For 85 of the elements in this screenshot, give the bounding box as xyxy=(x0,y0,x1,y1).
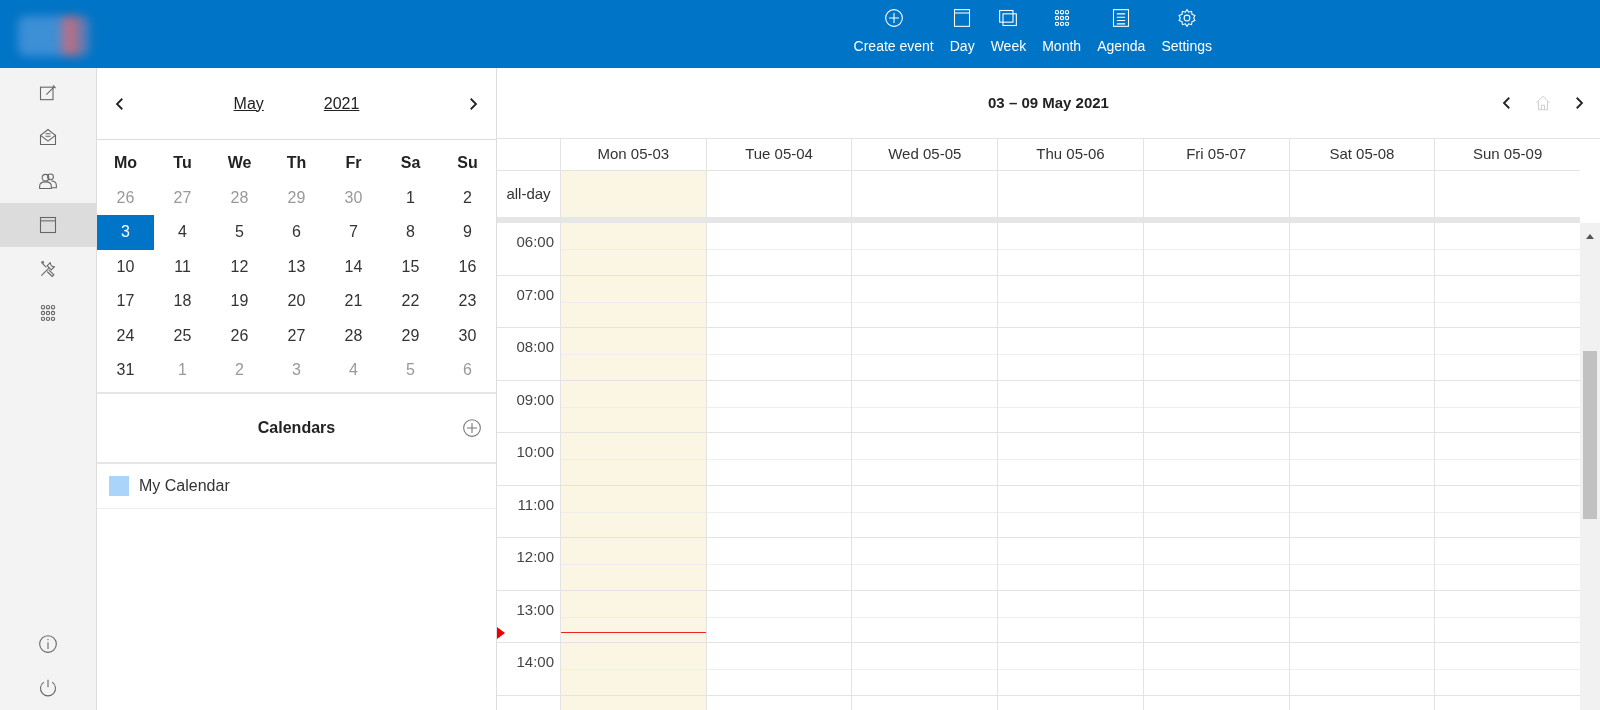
time-label: 10:00 xyxy=(516,442,554,462)
date-cell[interactable]: 7 xyxy=(325,215,382,250)
dot-grid-icon xyxy=(38,303,58,323)
time-label: 12:00 xyxy=(516,547,554,567)
date-cell[interactable]: 12 xyxy=(211,249,268,284)
date-cell[interactable]: 26 xyxy=(211,318,268,353)
date-cell[interactable]: 5 xyxy=(211,215,268,250)
week-button[interactable]: Week xyxy=(982,0,1035,68)
settings-icon xyxy=(1176,8,1197,28)
month-link[interactable]: May xyxy=(233,91,264,116)
people-icon xyxy=(38,171,58,191)
week-title: 03 – 09 May 2021 xyxy=(988,92,1109,113)
list-icon xyxy=(1111,8,1132,28)
date-cell[interactable]: 29 xyxy=(382,318,439,353)
window-icon xyxy=(952,8,973,28)
time-label: 11:00 xyxy=(517,494,554,515)
calendar-icon xyxy=(38,215,58,235)
weekday-label: Fr xyxy=(344,153,363,174)
date-cell[interactable]: 10 xyxy=(97,249,154,284)
scrollbar[interactable] xyxy=(1580,223,1600,710)
date-cell[interactable]: 21 xyxy=(325,284,382,319)
date-cell[interactable]: 20 xyxy=(268,284,325,319)
current-time-marker xyxy=(497,627,505,639)
date-cell[interactable]: 1 xyxy=(382,180,439,215)
date-cell[interactable]: 15 xyxy=(382,249,439,284)
date-cell[interactable]: 8 xyxy=(382,215,439,250)
date-cell[interactable]: 11 xyxy=(154,249,211,284)
date-cell[interactable]: 4 xyxy=(154,215,211,250)
section-title: Calendars xyxy=(257,417,336,438)
blurred-logo xyxy=(18,16,90,56)
day-header: Fri 05-07 xyxy=(1142,139,1289,171)
tools-icon xyxy=(38,259,58,279)
home-icon xyxy=(1534,94,1552,112)
day-header: Sun 05-09 xyxy=(1434,139,1580,171)
time-label: 09:00 xyxy=(516,389,554,410)
edit-icon xyxy=(38,83,58,103)
date-cell[interactable]: 13 xyxy=(268,249,325,284)
power-icon xyxy=(38,678,58,698)
day-header: Wed 05-05 xyxy=(851,139,998,171)
time-label: 07:00 xyxy=(516,284,554,305)
date-cell[interactable]: 27 xyxy=(268,318,325,353)
weekday-label: Mo xyxy=(112,153,139,174)
settings-button[interactable]: Settings xyxy=(1153,0,1220,68)
date-cell[interactable]: 6 xyxy=(268,215,325,250)
day-header: Thu 05-06 xyxy=(997,139,1143,171)
date-cell[interactable]: 2 xyxy=(439,180,496,215)
date-cell[interactable]: 19 xyxy=(211,284,268,319)
day-header: Tue 05-04 xyxy=(705,139,852,171)
weekday-label: We xyxy=(226,153,253,174)
weekday-label: Sa xyxy=(399,153,422,174)
weekday-label: Tu xyxy=(172,153,193,174)
date-cell[interactable]: 9 xyxy=(439,215,496,250)
day-header: Sat 05-08 xyxy=(1288,139,1435,171)
date-cell[interactable]: 18 xyxy=(154,284,211,319)
plus-circle-icon xyxy=(462,417,482,438)
date-cell[interactable]: 3 xyxy=(97,215,154,250)
date-cell[interactable]: 23 xyxy=(439,284,496,319)
month-button[interactable]: Month xyxy=(1034,0,1090,68)
date-cell[interactable]: 22 xyxy=(382,284,439,319)
date-cell[interactable]: 28 xyxy=(325,318,382,353)
scrollbar-thumb[interactable] xyxy=(1583,351,1597,519)
date-cell[interactable]: 14 xyxy=(325,249,382,284)
calendar-name[interactable]: My Calendar xyxy=(139,473,230,498)
time-label: 06:00 xyxy=(516,232,554,252)
date-cell[interactable]: 17 xyxy=(97,284,154,319)
time-label: 08:00 xyxy=(516,337,554,357)
date-cell[interactable]: 25 xyxy=(154,318,211,353)
info-icon xyxy=(38,634,58,654)
date-cell[interactable]: 24 xyxy=(97,318,154,353)
year-link[interactable]: 2021 xyxy=(323,91,360,116)
sidebar-item[interactable] xyxy=(0,203,96,247)
date-cell[interactable]: 30 xyxy=(439,318,496,353)
date-cell[interactable]: 16 xyxy=(439,249,496,284)
stacked-windows-icon xyxy=(998,8,1019,28)
plus-circle-icon xyxy=(883,8,904,28)
envelope-icon xyxy=(38,127,58,147)
day-button[interactable]: Day xyxy=(941,0,983,68)
weekday-label: Th xyxy=(285,153,308,174)
agenda-button[interactable]: Agenda xyxy=(1089,0,1154,68)
weekday-label: Su xyxy=(456,153,479,174)
time-label: 13:00 xyxy=(516,599,554,620)
add-calendar-button[interactable] xyxy=(462,417,482,438)
create-button[interactable]: Create event xyxy=(845,0,942,68)
date-cell[interactable]: 31 xyxy=(97,353,154,388)
time-label: 14:00 xyxy=(516,652,554,672)
